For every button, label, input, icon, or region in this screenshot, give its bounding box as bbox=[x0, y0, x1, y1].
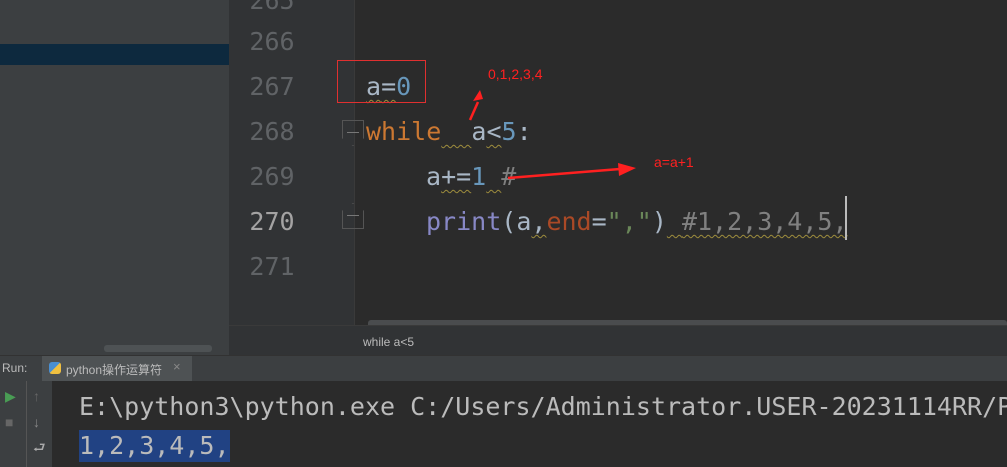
run-toolbar: Run: python操作运算符 × bbox=[0, 355, 1007, 381]
python-icon bbox=[49, 362, 61, 374]
run-label: Run: bbox=[2, 361, 28, 375]
stop-icon[interactable]: ■ bbox=[5, 415, 13, 429]
annotation-arrow-up-head bbox=[473, 90, 483, 101]
annotation-arrow-up bbox=[468, 101, 480, 121]
close-icon[interactable]: × bbox=[173, 359, 181, 374]
arrow-down-icon[interactable]: ↓ bbox=[33, 415, 40, 429]
soft-wrap-icon[interactable]: ⮐ bbox=[33, 440, 46, 454]
run-side-divider bbox=[26, 381, 27, 467]
annotation-arrow-right-head bbox=[618, 163, 636, 176]
rerun-icon[interactable]: ▶ bbox=[5, 389, 16, 403]
console-output-line: 1,2,3,4,5, bbox=[79, 430, 230, 462]
console-command-line: E:\python3\python.exe C:/Users/Administr… bbox=[79, 392, 1007, 421]
annotation-arrow-right bbox=[507, 167, 621, 180]
tab-run-config[interactable]: python操作运算符 × bbox=[42, 356, 192, 381]
breadcrumb-item[interactable]: while a<5 bbox=[363, 335, 414, 349]
tab-label: python操作运算符 bbox=[66, 363, 163, 377]
breadcrumb[interactable]: while a<5 bbox=[229, 325, 1007, 356]
arrow-up-icon[interactable]: ↑ bbox=[33, 389, 40, 403]
